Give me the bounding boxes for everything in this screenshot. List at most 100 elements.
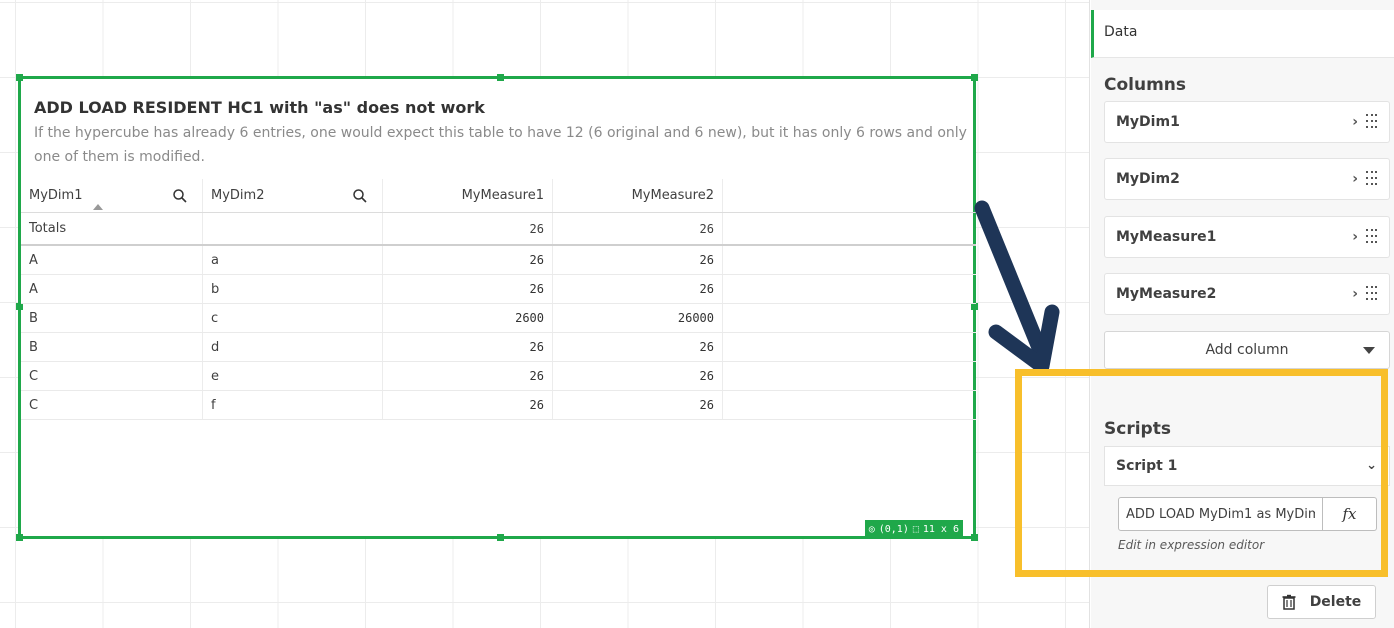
drag-handle-icon[interactable] xyxy=(1366,114,1378,130)
table-chart-object[interactable]: ADD LOAD RESIDENT HC1 with "as" does not… xyxy=(16,74,978,541)
drag-handle-icon[interactable] xyxy=(1366,229,1378,245)
cell-mydim2[interactable]: c xyxy=(203,304,383,332)
cell-mydim2[interactable]: f xyxy=(203,391,383,419)
script-expression-input[interactable] xyxy=(1118,497,1323,531)
cell-mydim1[interactable]: A xyxy=(21,246,203,274)
column-header-label: MyDim2 xyxy=(211,188,265,203)
grid-position: (0,1) xyxy=(878,523,909,535)
table-row[interactable]: B c 2600 26000 xyxy=(21,304,976,333)
cell-mymeasure2: 26 xyxy=(553,246,723,274)
resize-handle-bl[interactable] xyxy=(16,534,23,541)
table-filler-cell xyxy=(723,362,976,390)
cell-mymeasure2: 26000 xyxy=(553,304,723,332)
totals-measure2: 26 xyxy=(553,213,723,244)
table-row[interactable]: B d 26 26 xyxy=(21,333,976,362)
chevron-right-icon[interactable]: › xyxy=(1352,229,1358,245)
chevron-right-icon[interactable]: › xyxy=(1352,171,1358,187)
chevron-right-icon[interactable]: › xyxy=(1352,114,1358,130)
fx-icon[interactable]: fx xyxy=(1323,497,1377,531)
table-filler-cell xyxy=(723,333,976,361)
sort-asc-icon xyxy=(93,204,103,210)
search-icon[interactable] xyxy=(172,188,188,204)
column-header-mymeasure1[interactable]: MyMeasure1 xyxy=(383,179,553,212)
cell-mydim2[interactable]: a xyxy=(203,246,383,274)
resize-handle-bm[interactable] xyxy=(497,534,504,541)
dropdown-caret-icon xyxy=(1363,347,1375,354)
cell-mydim2[interactable]: e xyxy=(203,362,383,390)
column-header-label: MyMeasure2 xyxy=(631,188,714,203)
cell-mydim2[interactable]: d xyxy=(203,333,383,361)
cell-mydim1[interactable]: C xyxy=(21,391,203,419)
add-column-label: Add column xyxy=(1205,342,1289,358)
expression-hint: Edit in expression editor xyxy=(1118,538,1265,552)
column-item-label: MyDim2 xyxy=(1116,171,1180,187)
expression-row: fx xyxy=(1118,497,1377,531)
column-header-mydim2[interactable]: MyDim2 xyxy=(203,179,383,212)
column-header-mydim1[interactable]: MyDim1 xyxy=(21,179,203,212)
script-select[interactable]: Script 1 ⌄ xyxy=(1104,446,1390,486)
cell-mymeasure2: 26 xyxy=(553,275,723,303)
column-header-label: MyMeasure1 xyxy=(461,188,544,203)
trash-icon xyxy=(1282,594,1296,610)
cell-mydim1[interactable]: B xyxy=(21,304,203,332)
cell-mymeasure1: 26 xyxy=(383,275,553,303)
table-filler-cell xyxy=(723,391,976,419)
table-totals-row: Totals 26 26 xyxy=(21,213,976,246)
table-row[interactable]: C f 26 26 xyxy=(21,391,976,420)
totals-measure1: 26 xyxy=(383,213,553,244)
target-icon: ◎ xyxy=(868,523,875,535)
column-item-mymeasure2[interactable]: MyMeasure2 › xyxy=(1104,273,1390,315)
script-select-value: Script 1 xyxy=(1116,458,1178,474)
chevron-right-icon[interactable]: › xyxy=(1352,286,1358,302)
resize-handle-tl[interactable] xyxy=(16,74,23,81)
chart-title: ADD LOAD RESIDENT HC1 with "as" does not… xyxy=(34,98,485,117)
column-item-mymeasure1[interactable]: MyMeasure1 › xyxy=(1104,216,1390,258)
scripts-section-title: Scripts xyxy=(1104,419,1171,439)
drag-handle-icon[interactable] xyxy=(1366,286,1378,302)
totals-empty-cell xyxy=(203,213,383,244)
column-item-label: MyMeasure2 xyxy=(1116,286,1217,302)
resize-handle-tr[interactable] xyxy=(971,74,978,81)
data-table: MyDim1 MyDim2 MyMeasure1 MyMeasure2 Tota… xyxy=(21,179,976,420)
cell-mymeasure2: 26 xyxy=(553,333,723,361)
table-header-row: MyDim1 MyDim2 MyMeasure1 MyMeasure2 xyxy=(21,179,976,213)
table-filler-cell xyxy=(723,179,976,212)
cell-mydim1[interactable]: A xyxy=(21,275,203,303)
cell-mydim1[interactable]: C xyxy=(21,362,203,390)
add-column-button[interactable]: Add column xyxy=(1104,331,1390,369)
sheet-canvas: ADD LOAD RESIDENT HC1 with "as" does not… xyxy=(0,0,1090,628)
cell-mydim2[interactable]: b xyxy=(203,275,383,303)
chart-subtitle: If the hypercube has already 6 entries, … xyxy=(34,125,967,165)
totals-label: Totals xyxy=(21,213,203,244)
column-item-mydim2[interactable]: MyDim2 › xyxy=(1104,158,1390,200)
table-row[interactable]: A b 26 26 xyxy=(21,275,976,304)
chevron-down-icon: ⌄ xyxy=(1366,458,1377,473)
resize-handle-tm[interactable] xyxy=(497,74,504,81)
resize-handle-br[interactable] xyxy=(971,534,978,541)
tab-data[interactable]: Data xyxy=(1091,10,1394,58)
cell-mymeasure1: 26 xyxy=(383,333,553,361)
cell-mymeasure1: 26 xyxy=(383,391,553,419)
cell-mymeasure1: 2600 xyxy=(383,304,553,332)
table-row[interactable]: C e 26 26 xyxy=(21,362,976,391)
grid-size-icon: ⬚ xyxy=(912,523,919,535)
column-item-label: MyMeasure1 xyxy=(1116,229,1217,245)
table-row[interactable]: A a 26 26 xyxy=(21,246,976,275)
drag-handle-icon[interactable] xyxy=(1366,171,1378,187)
cell-mymeasure1: 26 xyxy=(383,362,553,390)
delete-label: Delete xyxy=(1309,594,1362,610)
grid-size: 11 x 6 xyxy=(922,523,959,535)
delete-button[interactable]: Delete xyxy=(1267,585,1376,619)
column-header-label: MyDim1 xyxy=(29,188,83,203)
arrow-annotation xyxy=(974,200,1060,374)
cell-mymeasure2: 26 xyxy=(553,362,723,390)
table-filler-cell xyxy=(723,275,976,303)
table-filler-cell xyxy=(723,213,976,244)
columns-section-title: Columns xyxy=(1104,75,1187,95)
table-filler-cell xyxy=(723,304,976,332)
cell-mydim1[interactable]: B xyxy=(21,333,203,361)
table-filler-cell xyxy=(723,246,976,274)
search-icon[interactable] xyxy=(352,188,368,204)
column-header-mymeasure2[interactable]: MyMeasure2 xyxy=(553,179,723,212)
column-item-mydim1[interactable]: MyDim1 › xyxy=(1104,101,1390,143)
